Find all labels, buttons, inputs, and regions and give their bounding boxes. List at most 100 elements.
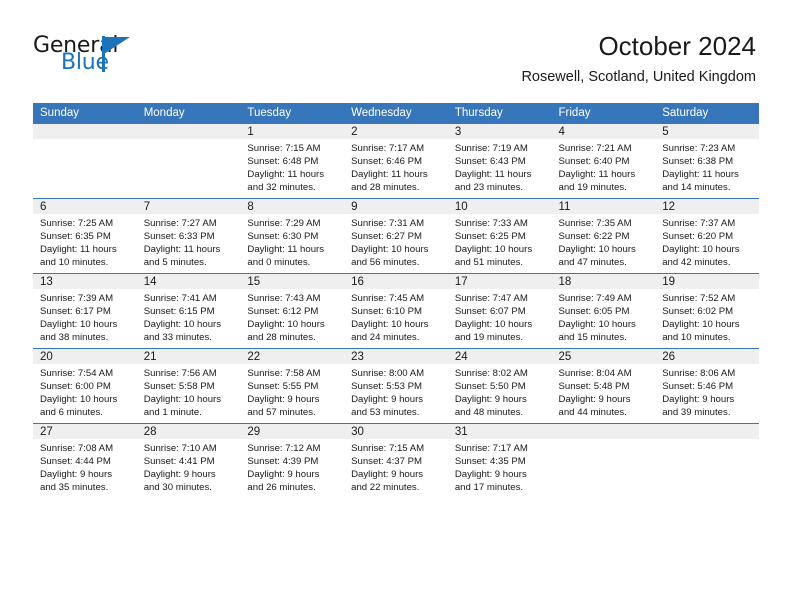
day-number: 19 bbox=[655, 274, 759, 289]
calendar-day-cell[interactable]: 4 Sunrise: 7:21 AM Sunset: 6:40 PM Daylight… bbox=[551, 124, 656, 199]
day-number: 3 bbox=[447, 124, 552, 139]
calendar-day-cell[interactable]: 28 Sunrise: 7:10 AM Sunset: 4:41 PM Dayligh… bbox=[136, 423, 241, 498]
daylight-text-line2: and 38 minutes. bbox=[40, 332, 109, 344]
day-details: Sunrise: 7:49 AM Sunset: 6:05 PM Daylight:… bbox=[552, 289, 656, 344]
daylight-text-line2: and 0 minutes. bbox=[247, 257, 311, 269]
daylight-text-line2: and 26 minutes. bbox=[247, 482, 316, 494]
daylight-text-line1: Daylight: 10 hours bbox=[454, 244, 533, 256]
calendar-day-cell[interactable]: 20 Sunrise: 7:54 AM Sunset: 6:00 PM Dayligh… bbox=[33, 348, 137, 424]
day-details: Sunrise: 7:29 AM Sunset: 6:30 PM Daylight:… bbox=[240, 214, 344, 269]
calendar-day-cell[interactable]: 19 Sunrise: 7:52 AM Sunset: 6:02 PM Dayligh… bbox=[655, 273, 759, 349]
day-details: Sunrise: 7:21 AM Sunset: 6:40 PM Daylight:… bbox=[552, 139, 656, 194]
day-details: Sunrise: 7:33 AM Sunset: 6:25 PM Daylight:… bbox=[448, 214, 552, 269]
sunset-text: Sunset: 6:25 PM bbox=[454, 231, 526, 243]
calendar-day-cell[interactable]: 7 Sunrise: 7:27 AM Sunset: 6:33 PM Daylight… bbox=[136, 198, 241, 274]
daylight-text-line1: Daylight: 11 hours bbox=[143, 244, 221, 256]
daylight-text-line1: Daylight: 9 hours bbox=[454, 469, 527, 481]
sunset-text: Sunset: 6:27 PM bbox=[351, 231, 423, 243]
day-number: 16 bbox=[344, 274, 448, 289]
day-number: 26 bbox=[655, 349, 759, 364]
calendar-table: Sunday Monday Tuesday Wednesday Thursday… bbox=[33, 103, 759, 498]
calendar-cell-empty bbox=[551, 423, 656, 498]
day-number: 25 bbox=[551, 349, 656, 364]
daylight-text-line1: Daylight: 9 hours bbox=[351, 469, 424, 481]
day-number: 7 bbox=[136, 199, 241, 214]
sunset-text: Sunset: 5:58 PM bbox=[143, 381, 215, 393]
calendar-day-cell[interactable]: 12 Sunrise: 7:37 AM Sunset: 6:20 PM Dayligh… bbox=[655, 198, 759, 274]
sunset-text: Sunset: 6:35 PM bbox=[40, 231, 111, 243]
daylight-text-line2: and 19 minutes. bbox=[558, 182, 627, 194]
sunrise-text: Sunrise: 8:02 AM bbox=[454, 368, 528, 379]
weekday-header-wednesday: Wednesday bbox=[344, 103, 448, 124]
daylight-text-line1: Daylight: 9 hours bbox=[662, 394, 735, 406]
calendar-day-cell[interactable]: 1 Sunrise: 7:15 AM Sunset: 6:48 PM Daylight… bbox=[240, 124, 345, 199]
sunrise-text: Sunrise: 7:45 AM bbox=[351, 293, 425, 304]
day-details: Sunrise: 7:25 AM Sunset: 6:35 PM Daylight:… bbox=[33, 214, 137, 269]
day-number: 31 bbox=[447, 424, 552, 439]
day-details: Sunrise: 7:15 AM Sunset: 6:48 PM Daylight:… bbox=[240, 139, 344, 194]
day-details: Sunrise: 7:15 AM Sunset: 4:37 PM Daylight:… bbox=[344, 439, 448, 494]
day-number: 4 bbox=[551, 124, 656, 139]
calendar-day-cell[interactable]: 6 Sunrise: 7:25 AM Sunset: 6:35 PM Daylight… bbox=[33, 198, 137, 274]
calendar-day-cell[interactable]: 23 Sunrise: 8:00 AM Sunset: 5:53 PM Dayligh… bbox=[344, 348, 448, 424]
calendar-day-cell[interactable]: 18 Sunrise: 7:49 AM Sunset: 6:05 PM Dayligh… bbox=[551, 273, 656, 349]
calendar-day-cell[interactable]: 2 Sunrise: 7:17 AM Sunset: 6:46 PM Daylight… bbox=[344, 124, 448, 199]
calendar-day-cell[interactable]: 27 Sunrise: 7:08 AM Sunset: 4:44 PM Dayligh… bbox=[33, 423, 137, 498]
weekday-header-friday: Friday bbox=[551, 103, 656, 124]
sunset-text: Sunset: 4:37 PM bbox=[351, 456, 423, 468]
day-number: 30 bbox=[344, 424, 448, 439]
calendar-day-cell[interactable]: 30 Sunrise: 7:15 AM Sunset: 4:37 PM Dayligh… bbox=[344, 423, 448, 498]
calendar-day-cell[interactable]: 13 Sunrise: 7:39 AM Sunset: 6:17 PM Dayligh… bbox=[33, 273, 137, 349]
daylight-text-line1: Daylight: 11 hours bbox=[454, 169, 532, 181]
calendar-day-cell[interactable]: 5 Sunrise: 7:23 AM Sunset: 6:38 PM Daylight… bbox=[655, 124, 759, 199]
sunrise-text: Sunrise: 7:29 AM bbox=[247, 218, 321, 229]
calendar-day-cell[interactable]: 11 Sunrise: 7:35 AM Sunset: 6:22 PM Dayligh… bbox=[551, 198, 656, 274]
daylight-text-line2: and 5 minutes. bbox=[143, 257, 207, 269]
calendar-day-cell[interactable]: 31 Sunrise: 7:17 AM Sunset: 4:35 PM Dayligh… bbox=[447, 423, 552, 498]
daylight-text-line2: and 56 minutes. bbox=[351, 257, 420, 269]
sunset-text: Sunset: 6:20 PM bbox=[662, 231, 734, 243]
calendar-day-cell[interactable]: 9 Sunrise: 7:31 AM Sunset: 6:27 PM Daylight… bbox=[344, 198, 448, 274]
sunset-text: Sunset: 6:15 PM bbox=[143, 306, 215, 318]
day-details: Sunrise: 7:08 AM Sunset: 4:44 PM Daylight:… bbox=[33, 439, 137, 494]
day-details: Sunrise: 7:43 AM Sunset: 6:12 PM Daylight:… bbox=[240, 289, 344, 344]
sunrise-text: Sunrise: 7:15 AM bbox=[351, 443, 425, 454]
calendar-day-cell[interactable]: 8 Sunrise: 7:29 AM Sunset: 6:30 PM Daylight… bbox=[240, 198, 345, 274]
sunset-text: Sunset: 6:02 PM bbox=[662, 306, 734, 318]
day-number: 13 bbox=[33, 274, 137, 289]
day-details: Sunrise: 8:02 AM Sunset: 5:50 PM Daylight:… bbox=[448, 364, 552, 419]
daylight-text-line2: and 51 minutes. bbox=[454, 257, 524, 269]
calendar-day-cell[interactable]: 3 Sunrise: 7:19 AM Sunset: 6:43 PM Daylight… bbox=[447, 124, 552, 199]
day-number: 15 bbox=[240, 274, 345, 289]
calendar-day-cell[interactable]: 24 Sunrise: 8:02 AM Sunset: 5:50 PM Dayligh… bbox=[447, 348, 552, 424]
calendar-day-cell[interactable]: 17 Sunrise: 7:47 AM Sunset: 6:07 PM Dayligh… bbox=[447, 273, 552, 349]
daylight-text-line1: Daylight: 10 hours bbox=[143, 319, 222, 331]
day-number: 12 bbox=[655, 199, 759, 214]
calendar-day-cell[interactable]: 29 Sunrise: 7:12 AM Sunset: 4:39 PM Dayligh… bbox=[240, 423, 345, 498]
calendar-day-cell[interactable]: 15 Sunrise: 7:43 AM Sunset: 6:12 PM Dayligh… bbox=[240, 273, 345, 349]
calendar-day-cell[interactable]: 25 Sunrise: 8:04 AM Sunset: 5:48 PM Dayligh… bbox=[551, 348, 656, 424]
page-header: General Blue October 2024 Rosewell, Scot… bbox=[0, 0, 792, 96]
calendar-day-cell[interactable]: 14 Sunrise: 7:41 AM Sunset: 6:15 PM Dayligh… bbox=[136, 273, 241, 349]
sunset-text: Sunset: 6:30 PM bbox=[247, 231, 319, 243]
day-number: 1 bbox=[240, 124, 345, 139]
daylight-text-line1: Daylight: 10 hours bbox=[662, 319, 740, 331]
calendar-day-cell[interactable]: 16 Sunrise: 7:45 AM Sunset: 6:10 PM Dayligh… bbox=[344, 273, 448, 349]
daylight-text-line2: and 32 minutes. bbox=[247, 182, 316, 194]
sunrise-text: Sunrise: 7:17 AM bbox=[454, 443, 528, 454]
daylight-text-line2: and 15 minutes. bbox=[558, 332, 627, 344]
daylight-text-line2: and 22 minutes. bbox=[351, 482, 420, 494]
calendar-day-cell[interactable]: 22 Sunrise: 7:58 AM Sunset: 5:55 PM Dayligh… bbox=[240, 348, 345, 424]
sunrise-text: Sunrise: 7:12 AM bbox=[247, 443, 321, 454]
sunset-text: Sunset: 4:35 PM bbox=[454, 456, 526, 468]
sunrise-text: Sunrise: 7:10 AM bbox=[143, 443, 217, 454]
calendar-day-cell[interactable]: 26 Sunrise: 8:06 AM Sunset: 5:46 PM Dayligh… bbox=[655, 348, 759, 424]
calendar-day-cell[interactable]: 10 Sunrise: 7:33 AM Sunset: 6:25 PM Dayligh… bbox=[447, 198, 552, 274]
day-details: Sunrise: 7:45 AM Sunset: 6:10 PM Daylight:… bbox=[344, 289, 448, 344]
sunrise-text: Sunrise: 8:06 AM bbox=[662, 368, 736, 379]
calendar-day-cell[interactable]: 21 Sunrise: 7:56 AM Sunset: 5:58 PM Dayligh… bbox=[136, 348, 241, 424]
sunrise-text: Sunrise: 7:54 AM bbox=[40, 368, 114, 379]
day-details: Sunrise: 7:37 AM Sunset: 6:20 PM Daylight:… bbox=[655, 214, 759, 269]
title-block: October 2024 Rosewell, Scotland, United … bbox=[521, 30, 756, 87]
daylight-text-line2: and 33 minutes. bbox=[143, 332, 212, 344]
